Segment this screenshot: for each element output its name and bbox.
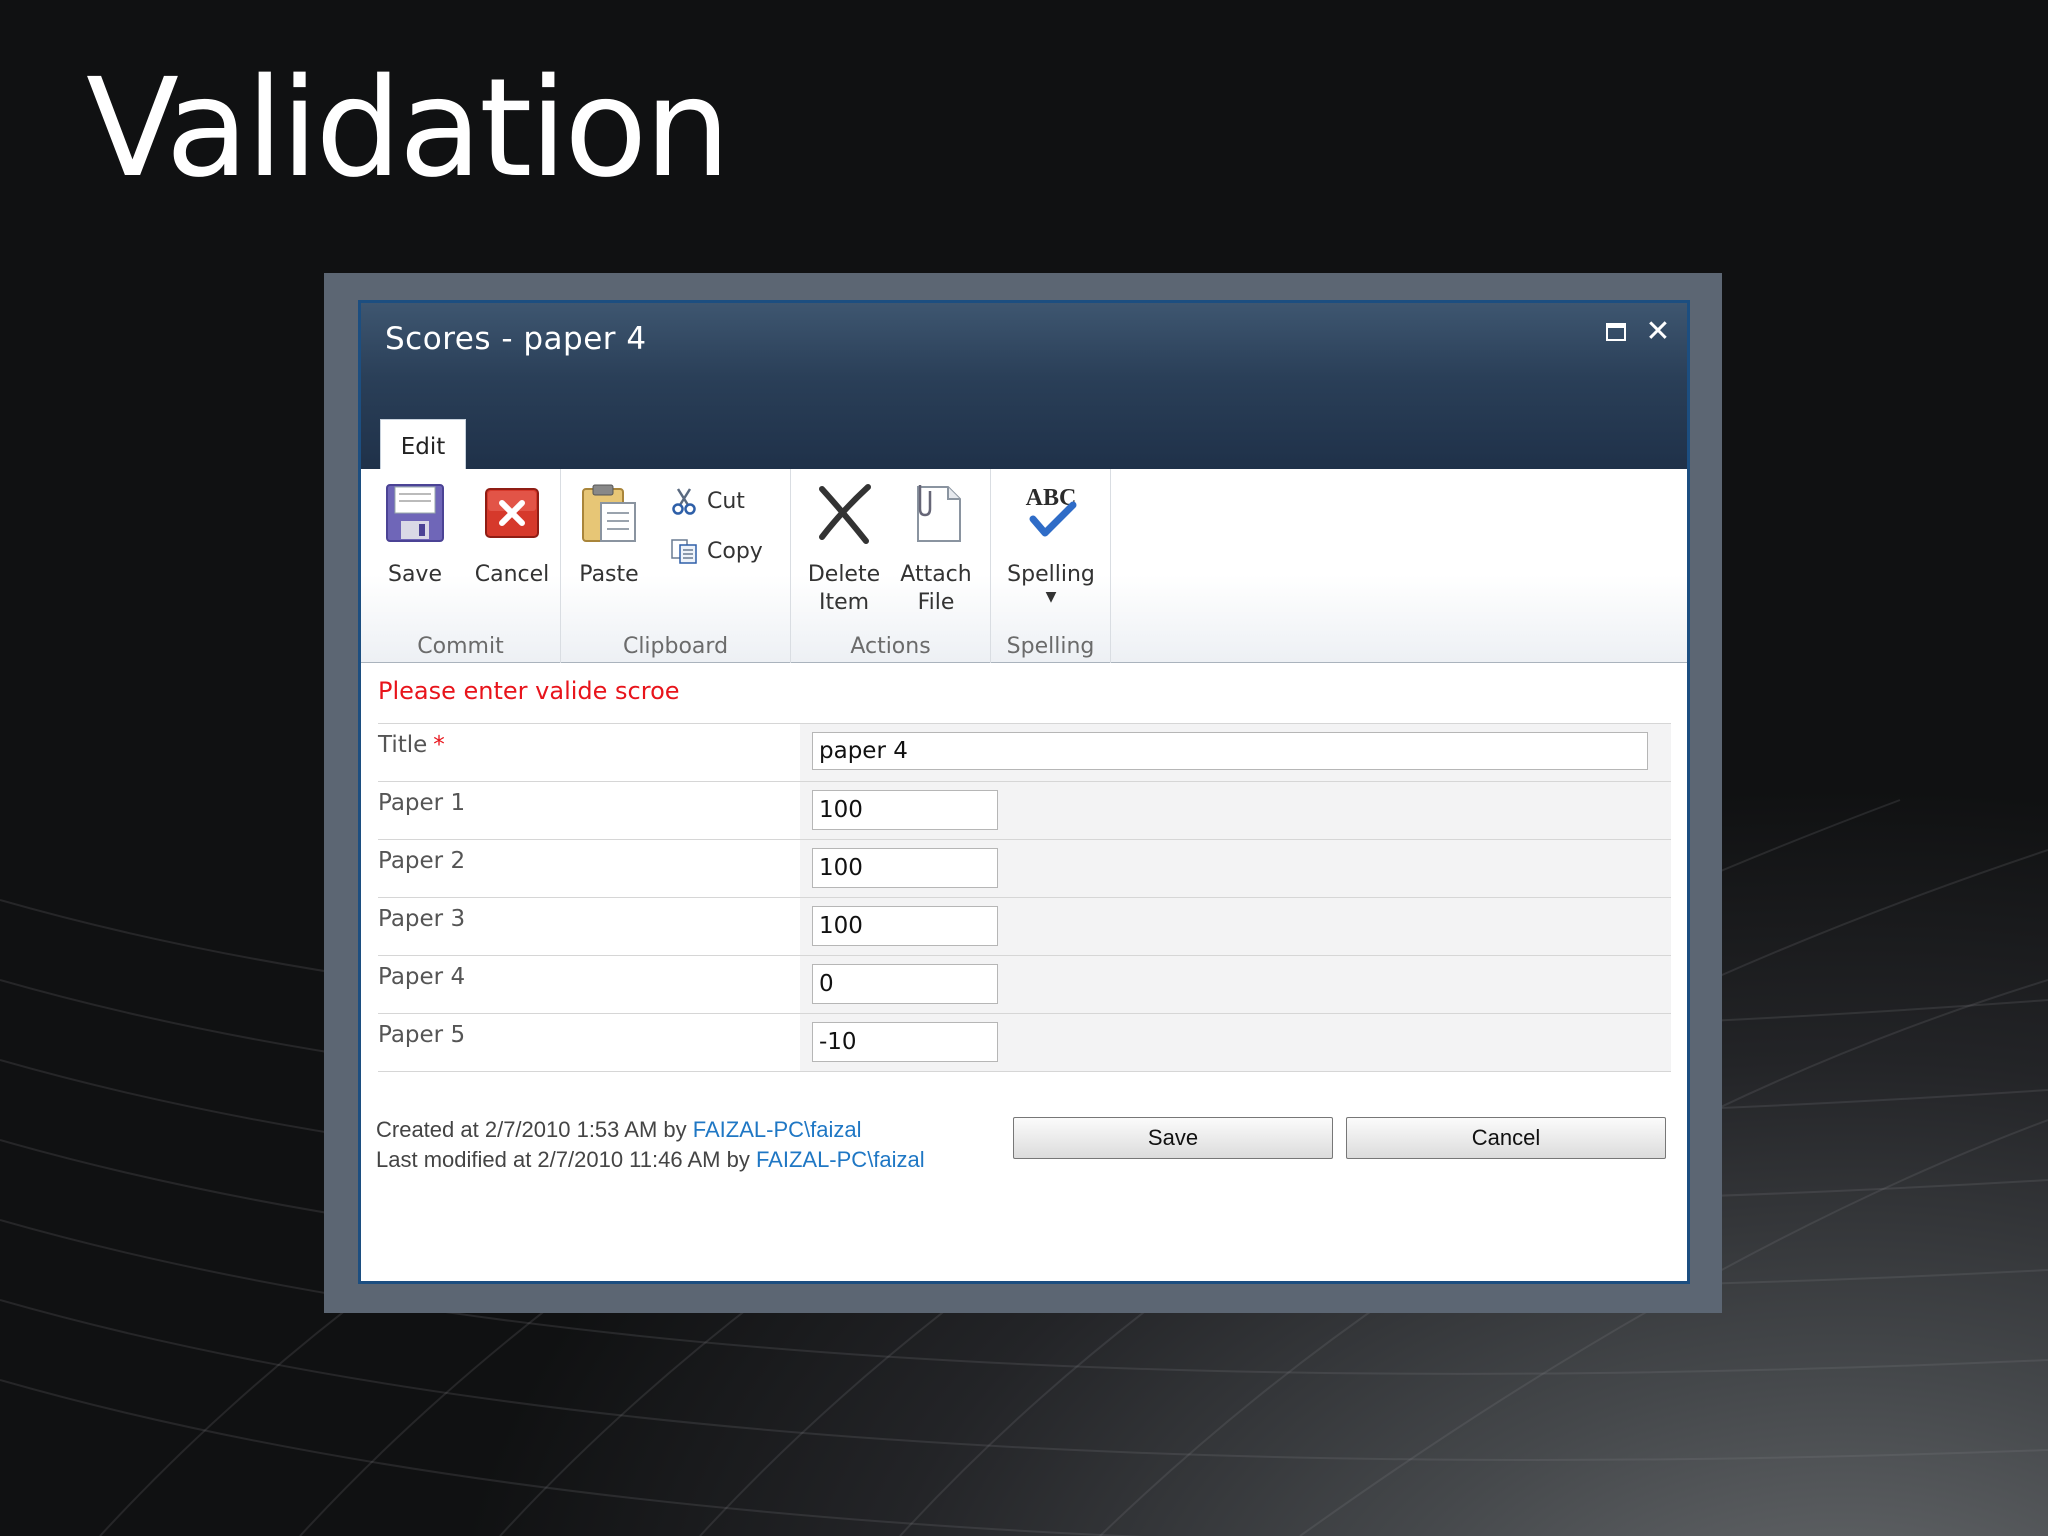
field-label-paper-4: Paper 4 xyxy=(378,964,466,990)
group-label-actions: Actions xyxy=(850,634,931,659)
modified-info: Last modified at 2/7/2010 11:46 AM by FA… xyxy=(376,1147,925,1173)
field-cell-title xyxy=(800,724,1671,781)
scissors-icon xyxy=(672,488,696,515)
close-icon[interactable]: ✕ xyxy=(1643,317,1673,347)
ribbon-delete-label-1: Delete xyxy=(807,562,881,587)
form-row-paper-1: Paper 1 xyxy=(378,782,1671,840)
save-button[interactable]: Save xyxy=(1013,1117,1333,1159)
attach-file-icon xyxy=(917,485,961,542)
form-row-paper-3: Paper 3 xyxy=(378,898,1671,956)
field-label-title: Title * xyxy=(378,724,800,781)
spelling-check-icon: ABC xyxy=(1026,485,1077,537)
form-row-paper-2: Paper 2 xyxy=(378,840,1671,898)
ribbon-copy-label: Copy xyxy=(707,538,763,564)
ribbon-spelling-label: Spelling xyxy=(1007,562,1095,587)
ribbon-cut-label: Cut xyxy=(707,488,745,514)
group-label-commit: Commit xyxy=(417,634,504,659)
ribbon-cut-button[interactable]: Cut xyxy=(669,483,745,519)
group-label-clipboard: Clipboard xyxy=(622,634,729,659)
edit-item-dialog: Scores - paper 4 ✕ Edit Save Cancel Comm… xyxy=(358,300,1690,1284)
cancel-button[interactable]: Cancel xyxy=(1346,1117,1666,1159)
form-row-paper-4: Paper 4 xyxy=(378,956,1671,1014)
title-label-text: Title xyxy=(378,732,428,758)
ribbon-save-label: Save xyxy=(387,562,442,587)
field-label-paper-1: Paper 1 xyxy=(378,790,466,816)
ribbon-paste-label: Paste xyxy=(579,562,639,587)
footer-divider xyxy=(378,1071,1671,1072)
ribbon-group-actions: Delete Item Attach File Actions xyxy=(791,469,991,663)
ribbon-cancel-button[interactable]: Cancel xyxy=(467,481,557,589)
ribbon-spelling-button[interactable]: ABC Spelling ▼ xyxy=(1001,481,1101,605)
field-cell-paper-4 xyxy=(800,956,1671,1013)
dialog-titlebar: Scores - paper 4 ✕ Edit xyxy=(361,303,1687,471)
field-label-paper-2: Paper 2 xyxy=(378,848,466,874)
ribbon-delete-item-button[interactable]: Delete Item xyxy=(799,481,889,617)
field-label-paper-5: Paper 5 xyxy=(378,1022,466,1048)
ribbon-delete-label-2: Item xyxy=(818,590,870,615)
field-cell-paper-5 xyxy=(800,1014,1671,1071)
form-row-title: Title * xyxy=(378,724,1671,782)
ribbon-paste-button[interactable]: Paste xyxy=(571,481,647,589)
ribbon-copy-button[interactable]: Copy xyxy=(669,533,763,569)
field-cell-paper-1 xyxy=(800,782,1671,839)
ribbon-group-clipboard: Paste Cut Copy Clipboard xyxy=(561,469,791,663)
modified-by-link[interactable]: FAIZAL-PC\faizal xyxy=(756,1147,925,1172)
group-label-spelling: Spelling xyxy=(1006,634,1095,659)
paper-4-input[interactable] xyxy=(812,964,998,1004)
delete-x-icon xyxy=(819,484,871,544)
chevron-down-icon[interactable]: ▼ xyxy=(1001,589,1101,605)
tab-edit[interactable]: Edit xyxy=(380,419,466,471)
slide-title: Validation xyxy=(86,50,731,208)
paper-1-input[interactable] xyxy=(812,790,998,830)
save-icon xyxy=(386,484,444,542)
ribbon-attach-label-2: File xyxy=(917,590,955,615)
form-row-paper-5: Paper 5 xyxy=(378,1014,1671,1072)
ribbon-cancel-label: Cancel xyxy=(474,562,550,587)
validation-error-message: Please enter valide scroe xyxy=(378,677,680,705)
field-label-paper-3: Paper 3 xyxy=(378,906,466,932)
paper-5-input[interactable] xyxy=(812,1022,998,1062)
copy-icon xyxy=(671,539,697,564)
required-marker: * xyxy=(433,732,445,758)
ribbon-group-commit: Save Cancel Commit xyxy=(361,469,561,663)
ribbon: Save Cancel Commit Paste Cut Copy Clipbo… xyxy=(361,469,1687,663)
paste-icon xyxy=(582,484,636,542)
field-cell-paper-2 xyxy=(800,840,1671,897)
ribbon-attach-label-1: Attach xyxy=(900,562,972,587)
maximize-icon[interactable] xyxy=(1601,317,1631,347)
created-info: Created at 2/7/2010 1:53 AM by FAIZAL-PC… xyxy=(376,1117,861,1143)
ribbon-save-button[interactable]: Save xyxy=(375,481,455,589)
item-form: Title* Paper 1 Paper 2 Paper 3 Paper xyxy=(378,723,1671,1072)
cancel-icon xyxy=(485,488,539,538)
created-text: Created at 2/7/2010 1:53 AM by xyxy=(376,1117,693,1142)
title-input[interactable] xyxy=(812,732,1648,770)
created-by-link[interactable]: FAIZAL-PC\faizal xyxy=(693,1117,862,1142)
paper-2-input[interactable] xyxy=(812,848,998,888)
paper-3-input[interactable] xyxy=(812,906,998,946)
dialog-title: Scores - paper 4 xyxy=(385,321,647,357)
ribbon-group-spelling: ABC Spelling ▼ Spelling xyxy=(991,469,1111,663)
modified-text: Last modified at 2/7/2010 11:46 AM by xyxy=(376,1147,756,1172)
ribbon-attach-file-button[interactable]: Attach File xyxy=(891,481,981,617)
field-cell-paper-3 xyxy=(800,898,1671,955)
